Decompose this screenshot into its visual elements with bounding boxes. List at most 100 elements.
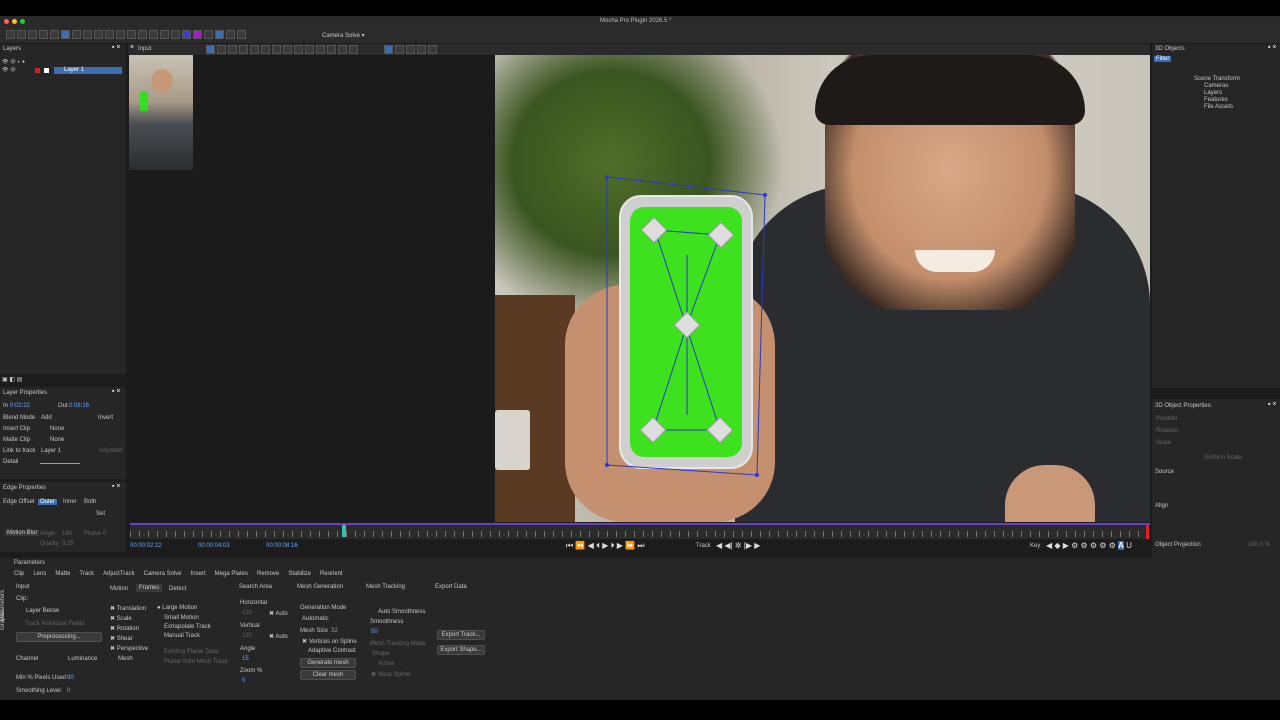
- zoom-tool-icon[interactable]: [61, 30, 70, 39]
- tab-remove[interactable]: Remove: [257, 571, 279, 577]
- warp-spline-checkbox[interactable]: ✖ Warp Spline: [371, 671, 410, 678]
- current-time[interactable]: 00:00:02:22: [130, 543, 162, 549]
- vertical-auto[interactable]: ✖ Auto: [269, 633, 288, 640]
- zoom-window-button[interactable]: [20, 19, 25, 24]
- prop-projection-value[interactable]: 100.0 %: [1248, 542, 1270, 548]
- tab-stabilize[interactable]: Stabilize: [288, 571, 311, 577]
- horizontal-auto[interactable]: ✖ Auto: [269, 610, 288, 617]
- perspective-checkbox[interactable]: ✖ Perspective: [110, 645, 148, 652]
- tree-file-assets[interactable]: File Assets: [1204, 104, 1233, 110]
- horizontal-field[interactable]: 120: [242, 610, 252, 616]
- vertical-field[interactable]: 120: [242, 633, 252, 639]
- tab-mega-plates[interactable]: Mega Plates: [215, 571, 248, 577]
- record-icon[interactable]: [226, 30, 235, 39]
- angle-value[interactable]: 180: [62, 531, 72, 537]
- move-tool-icon[interactable]: [160, 30, 169, 39]
- select-points-icon[interactable]: [28, 30, 37, 39]
- export-track-button[interactable]: Export Track...: [437, 630, 485, 640]
- timeline-ruler[interactable]: [130, 523, 1150, 539]
- manual-track-radio[interactable]: Manual Track: [164, 633, 200, 639]
- matte-clip-select[interactable]: None: [50, 437, 64, 443]
- quality-value[interactable]: 0.25: [62, 541, 74, 547]
- min-pixels-field[interactable]: 90: [67, 675, 74, 681]
- view-c-icon[interactable]: [239, 45, 248, 54]
- transform-tool-icon[interactable]: [138, 30, 147, 39]
- edge-set-button[interactable]: Set: [96, 511, 105, 517]
- edge-inner-button[interactable]: Inner: [63, 499, 77, 505]
- layer-name[interactable]: Layer 1: [54, 67, 122, 74]
- insert-clip-select[interactable]: None: [50, 426, 64, 432]
- export-shape-button[interactable]: Export Shape...: [437, 645, 485, 655]
- edge-outer-button[interactable]: Outer: [38, 499, 58, 505]
- minimize-window-button[interactable]: [12, 19, 17, 24]
- view-i-icon[interactable]: [305, 45, 314, 54]
- playhead[interactable]: [342, 525, 346, 537]
- tab-camera-solve[interactable]: Camera Solve: [144, 571, 182, 577]
- view-p-icon[interactable]: [406, 45, 415, 54]
- layers-close-icon[interactable]: ▪ ×: [112, 44, 121, 51]
- layer-below-select[interactable]: Layer Below: [26, 608, 59, 614]
- link-tool-icon[interactable]: [127, 30, 136, 39]
- vertices-spline-checkbox[interactable]: ✖ Vertices on Spline: [302, 638, 357, 645]
- planar-mesh-radio[interactable]: Planar from Mesh Track: [164, 659, 228, 665]
- hand-tool-icon[interactable]: [50, 30, 59, 39]
- adjusted-checkbox[interactable]: Adjusted: [99, 448, 122, 454]
- smoothing-field[interactable]: 0: [67, 688, 70, 694]
- tracking-mesh-overlay[interactable]: [495, 55, 1150, 522]
- objects3d-close-icon[interactable]: ▪ ×: [1268, 44, 1277, 51]
- motion-blur-toggle[interactable]: Motion Blur: [5, 530, 40, 536]
- grid-tool-icon[interactable]: [215, 30, 224, 39]
- tab-adjusttrack[interactable]: AdjustTrack: [103, 571, 134, 577]
- phase-value[interactable]: 0: [103, 531, 106, 537]
- edge-props-close-icon[interactable]: ▪ ×: [112, 483, 121, 490]
- view-m-icon[interactable]: [349, 45, 358, 54]
- blend-mode-select[interactable]: Add: [41, 415, 52, 421]
- mid-time[interactable]: 00:00:04:03: [198, 543, 230, 549]
- scene-transform[interactable]: Scene Transform: [1194, 76, 1240, 82]
- active-checkbox[interactable]: Active: [378, 661, 394, 667]
- layer-actions[interactable]: ▣ ◧ ▤: [2, 376, 22, 383]
- clear-mesh-button[interactable]: Clear mesh: [300, 670, 356, 680]
- spline-tool-icon[interactable]: [72, 30, 81, 39]
- view-d-icon[interactable]: [250, 45, 259, 54]
- object-props-close-icon[interactable]: ▪ ×: [1268, 401, 1277, 408]
- extrapolate-radio[interactable]: Extrapolate Track: [164, 624, 211, 630]
- tab-track[interactable]: Track: [79, 571, 94, 577]
- mesh-size-field[interactable]: 32: [331, 628, 338, 634]
- view-b-icon[interactable]: [228, 45, 237, 54]
- detect-tab[interactable]: Detect: [169, 586, 186, 592]
- color-tool-icon[interactable]: [193, 30, 202, 39]
- view-o-icon[interactable]: [395, 45, 404, 54]
- tab-insert[interactable]: Insert: [191, 571, 206, 577]
- tab-reorient[interactable]: Reorient: [320, 571, 343, 577]
- view-grid-icon[interactable]: [206, 45, 215, 54]
- export-icon[interactable]: [6, 30, 15, 39]
- objects3d-filter[interactable]: Filter: [1154, 56, 1172, 62]
- bezier-tool-icon[interactable]: [83, 30, 92, 39]
- view-a-icon[interactable]: [217, 45, 226, 54]
- scale-checkbox[interactable]: ✖ Scale: [110, 615, 132, 622]
- pointer-icon[interactable]: [39, 30, 48, 39]
- tab-matte[interactable]: Matte: [55, 571, 70, 577]
- edge-both-button[interactable]: Both: [84, 499, 96, 505]
- frames-tab[interactable]: Frames: [136, 584, 163, 592]
- surface-tool-icon[interactable]: [171, 30, 180, 39]
- viewer-canvas[interactable]: [128, 55, 1150, 522]
- view-l-icon[interactable]: [338, 45, 347, 54]
- cross-tool-icon[interactable]: [204, 30, 213, 39]
- link-track-select[interactable]: Layer 1: [41, 448, 61, 454]
- viewer-close-icon[interactable]: ×: [130, 44, 134, 51]
- view-h-icon[interactable]: [294, 45, 303, 54]
- tree-layers[interactable]: Layers: [1204, 90, 1222, 96]
- playback-controls[interactable]: ⏮ ⏪ ◀ ⏴ ▶ ⏵ ▶ ⏩ ⏭: [566, 541, 645, 551]
- track-controls[interactable]: ◀ ◀| ✲ |▶ ▶: [716, 541, 760, 550]
- key-controls[interactable]: ◀ ◆ ▶ ⚙ ⚙ ⚙ ⚙ ⚙ A U: [1046, 541, 1132, 550]
- channel-select[interactable]: Luminance: [68, 656, 97, 662]
- tab-clip[interactable]: Clip: [14, 571, 24, 577]
- tree-cameras[interactable]: Cameras: [1204, 83, 1228, 89]
- mesh-tracking-mode-select[interactable]: Shape: [372, 651, 389, 657]
- shear-checkbox[interactable]: ✖ Shear: [110, 635, 133, 642]
- tab-lens[interactable]: Lens: [33, 571, 46, 577]
- camera-solve-dropdown[interactable]: Camera Solve ▾: [322, 32, 365, 39]
- invert-checkbox[interactable]: Invert: [98, 415, 113, 421]
